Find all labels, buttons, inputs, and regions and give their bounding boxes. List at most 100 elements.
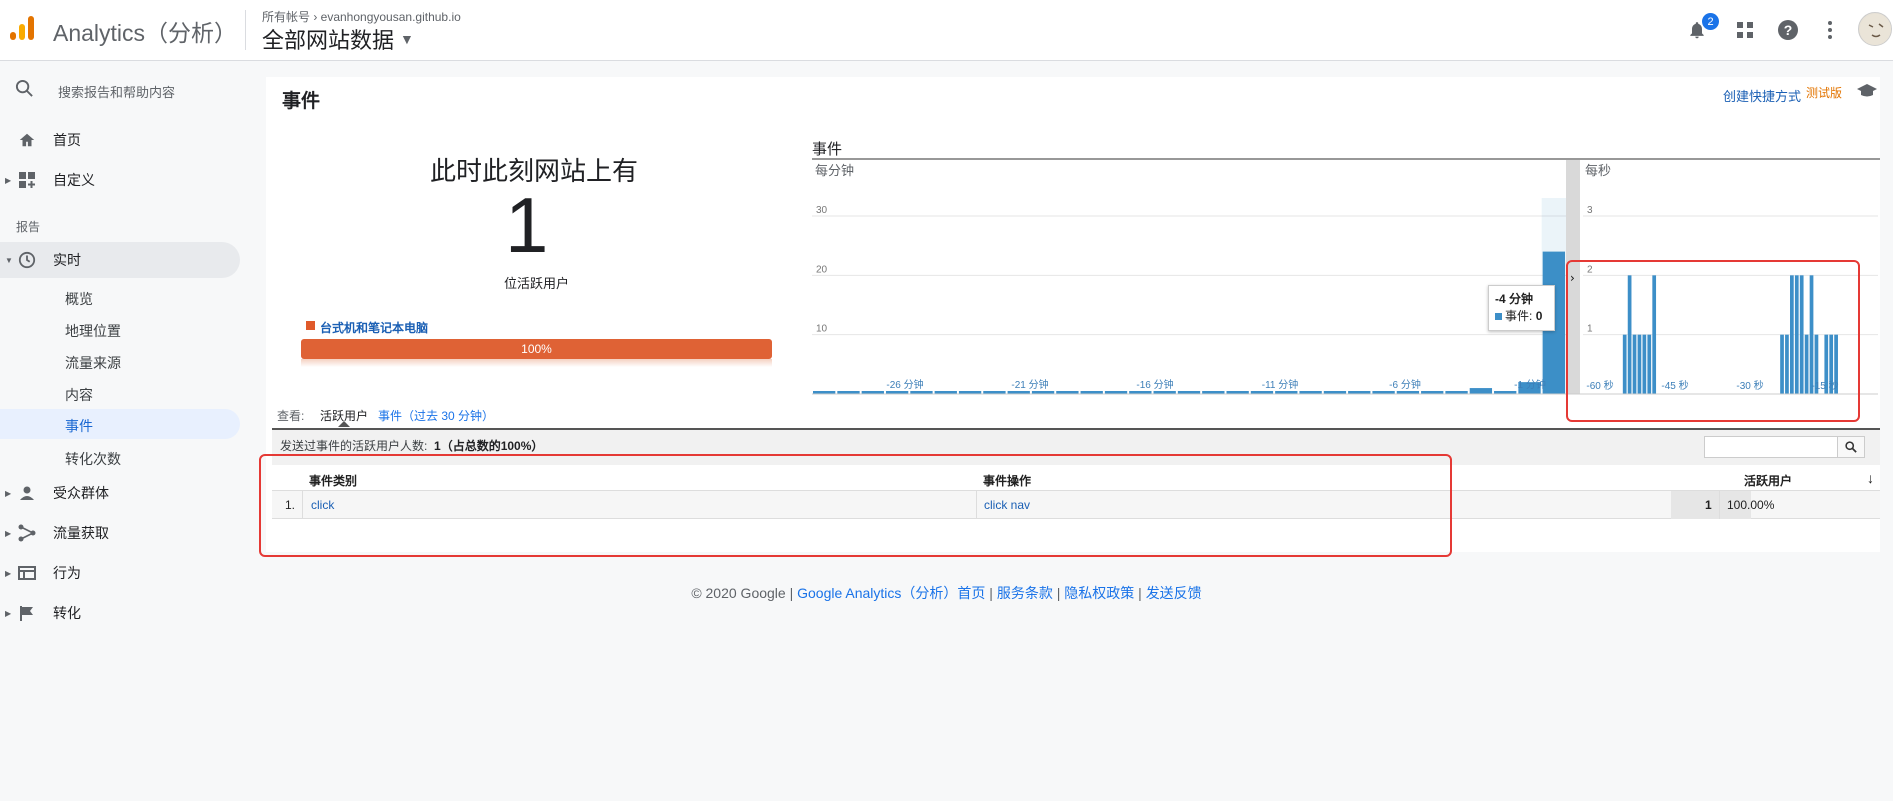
user-avatar[interactable]: [1858, 12, 1892, 46]
sidebar-item-customize[interactable]: ▶ 自定义: [0, 162, 240, 198]
more-options-icon[interactable]: [1817, 17, 1843, 43]
view-selector[interactable]: 全部网站数据 ▼: [262, 23, 414, 55]
highlight-box-per-second: [1566, 260, 1860, 422]
table-search-button[interactable]: [1837, 436, 1865, 458]
sidebar-subitem-events[interactable]: 事件: [0, 409, 240, 439]
per-second-label: 每秒: [1585, 163, 1611, 178]
sidebar-subitem-label: 流量来源: [65, 355, 121, 371]
analytics-logo-icon[interactable]: [8, 14, 36, 42]
sidebar-subitem-label: 内容: [65, 387, 93, 403]
sidebar-subitem-label: 概览: [65, 291, 93, 307]
caret-down-icon: ▼: [400, 31, 414, 47]
clock-icon: [17, 250, 37, 270]
footer: © 2020 Google | Google Analytics（分析）首页 |…: [691, 585, 1202, 601]
highlight-box-table: [259, 454, 1452, 557]
y-tick-label: 30: [816, 205, 828, 216]
sidebar-item-label: 行为: [53, 565, 81, 581]
tooltip-time: -4 分钟: [1495, 292, 1534, 306]
search-icon: [15, 79, 33, 97]
behavior-window-icon: [17, 563, 37, 583]
graduation-cap-icon[interactable]: [1856, 83, 1878, 99]
per-minute-bar: [1469, 388, 1493, 394]
active-users-count: 1: [505, 181, 549, 269]
tooltip-value: 0: [1535, 309, 1543, 323]
page-title: 事件: [282, 91, 321, 112]
column-header-active-users[interactable]: 活跃用户: [1744, 472, 1792, 489]
chart-tooltip: -4 分钟 事件: 0: [1488, 285, 1555, 331]
footer-link-terms[interactable]: 服务条款: [997, 585, 1053, 601]
sidebar-subitem-label: 转化次数: [65, 451, 121, 467]
sidebar-subitem-locations[interactable]: 地理位置: [0, 314, 240, 344]
sidebar-subitem-label: 事件: [65, 418, 93, 434]
copyright: © 2020 Google |: [691, 585, 794, 601]
summary-prefix: 发送过事件的活跃用户人数:: [280, 439, 428, 453]
sidebar-item-label: 流量获取: [53, 525, 109, 541]
sidebar-subitem-content[interactable]: 内容: [0, 378, 240, 408]
person-icon: [17, 483, 37, 503]
sidebar-item-audience[interactable]: ▶ 受众群体: [0, 475, 240, 511]
search-placeholder: 搜索报告和帮助内容: [58, 85, 176, 100]
per-minute-label: 每分钟: [815, 163, 854, 178]
expand-arrow-icon: ▶: [5, 568, 12, 578]
y-tick-label: 10: [816, 324, 828, 335]
sidebar-subitem-overview[interactable]: 概览: [0, 282, 240, 312]
sidebar-subitem-traffic-sources[interactable]: 流量来源: [0, 346, 240, 376]
x-tick-label: -6 分钟: [1389, 378, 1421, 391]
sidebar-item-label: 自定义: [53, 172, 95, 188]
create-shortcut-link[interactable]: 创建快捷方式: [1723, 86, 1801, 105]
divider: [245, 10, 246, 50]
device-bar-reflection: [301, 359, 772, 367]
svg-text:?: ?: [1784, 22, 1793, 38]
tooltip-series: 事件: 0: [1495, 307, 1548, 324]
device-share-bar: 100%: [301, 339, 772, 359]
sidebar-item-label: 实时: [53, 252, 81, 268]
footer-link-privacy[interactable]: 隐私权政策: [1064, 585, 1134, 601]
summary-text: 发送过事件的活跃用户人数: 1（占总数的100%）: [280, 437, 543, 454]
expand-arrow-icon: ▶: [5, 175, 12, 185]
sidebar-item-label: 转化: [53, 605, 81, 621]
summary-value: 1（占总数的100%）: [434, 439, 544, 453]
home-icon: [17, 130, 37, 150]
footer-link-ga-home[interactable]: Google Analytics（分析）首页: [797, 585, 985, 601]
series-swatch: [1495, 313, 1502, 320]
section-label-reports: 报告: [16, 220, 41, 234]
x-tick-label: -11 分钟: [1262, 378, 1299, 391]
sidebar-item-label: 受众群体: [53, 485, 109, 501]
top-bar: Analytics（分析） 所有帐号 › evanhongyousan.gith…: [0, 0, 1893, 61]
help-icon[interactable]: ?: [1775, 17, 1801, 43]
acquisition-branch-icon: [17, 523, 37, 543]
active-users-value: 1: [1705, 498, 1712, 512]
footer-link-feedback[interactable]: 发送反馈: [1146, 585, 1202, 601]
sidebar-subitem-label: 地理位置: [65, 323, 121, 339]
notification-count-badge: 2: [1702, 13, 1719, 30]
sidebar-subitem-conversions[interactable]: 转化次数: [0, 442, 240, 472]
active-tab-indicator: [338, 421, 350, 427]
collapse-arrow-icon: ▼: [5, 255, 13, 265]
active-users-percent: 100.00%: [1727, 498, 1775, 512]
y-tick-label: 20: [816, 264, 828, 275]
column-separator: [1719, 491, 1720, 519]
x-tick-label: -16 分钟: [1136, 378, 1173, 391]
search-icon: [1845, 441, 1857, 453]
device-legend-swatch: [306, 321, 315, 330]
expand-arrow-icon: ▶: [5, 528, 12, 538]
sidebar-search[interactable]: 搜索报告和帮助内容: [0, 70, 255, 106]
dashboard-icon: [17, 170, 37, 190]
tooltip-series-name: 事件: [1505, 309, 1530, 323]
view-label: 查看:: [277, 409, 305, 423]
flag-icon: [17, 603, 37, 623]
chart-title: 事件: [812, 141, 843, 158]
sidebar-item-realtime[interactable]: ▼ 实时: [0, 242, 240, 278]
expand-arrow-icon: ▶: [5, 488, 12, 498]
sidebar-item-acquisition[interactable]: ▶ 流量获取: [0, 515, 240, 551]
x-tick-label: -21 分钟: [1011, 378, 1048, 391]
sort-arrow-down-icon[interactable]: ↓: [1867, 470, 1874, 486]
sidebar-item-home[interactable]: 首页: [0, 122, 240, 158]
beta-badge: 测试版: [1806, 86, 1843, 100]
table-search-input[interactable]: [1704, 436, 1838, 458]
apps-grid-icon[interactable]: [1732, 17, 1758, 43]
device-legend-label[interactable]: 台式机和笔记本电脑: [320, 319, 428, 336]
view-name: 全部网站数据: [262, 28, 395, 53]
y-tick-label: 3: [1587, 205, 1593, 216]
view-tab-events[interactable]: 事件（过去 30 分钟）: [378, 407, 494, 424]
